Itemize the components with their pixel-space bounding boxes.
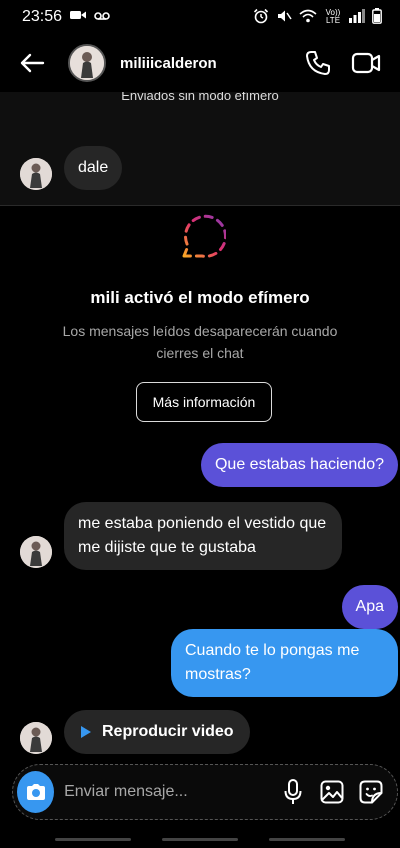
microphone-icon bbox=[284, 779, 302, 804]
chat-username[interactable]: miliiicalderon bbox=[120, 55, 290, 72]
play-icon bbox=[81, 726, 91, 738]
avatar[interactable] bbox=[20, 158, 52, 190]
nav-home-button[interactable] bbox=[161, 837, 238, 841]
voicemail-icon bbox=[94, 8, 110, 26]
phone-icon bbox=[306, 51, 330, 75]
gallery-button[interactable] bbox=[314, 772, 349, 812]
message-bubble-outgoing[interactable]: Apa bbox=[341, 585, 398, 629]
sticker-button[interactable] bbox=[354, 772, 389, 812]
message-bubble-outgoing[interactable]: Cuando te lo pongas me mostras? bbox=[171, 629, 398, 697]
status-bar: 23:56 Vo)) LTE bbox=[0, 0, 400, 34]
avatar[interactable] bbox=[20, 722, 52, 754]
play-video-button[interactable]: Reproducir video bbox=[64, 710, 250, 754]
back-arrow-icon bbox=[20, 53, 45, 73]
voice-call-button[interactable] bbox=[298, 43, 338, 83]
video-camera-icon bbox=[70, 8, 87, 26]
nav-recent-button[interactable] bbox=[55, 837, 132, 841]
back-button[interactable] bbox=[14, 45, 50, 81]
message-bubble-incoming[interactable]: dale bbox=[64, 146, 123, 190]
alarm-icon bbox=[253, 8, 269, 27]
status-time: 23:56 bbox=[22, 8, 63, 25]
battery-icon bbox=[372, 7, 382, 27]
camera-icon bbox=[26, 784, 45, 800]
sticker-icon bbox=[359, 780, 383, 804]
ephemeral-icon bbox=[178, 212, 227, 260]
camera-button[interactable] bbox=[17, 771, 55, 813]
system-nav-bar bbox=[0, 830, 400, 848]
more-info-button[interactable]: Más información bbox=[136, 382, 272, 422]
voice-message-button[interactable] bbox=[275, 772, 310, 812]
ephemeral-description: Los mensajes leídos desaparecerán cuando… bbox=[62, 323, 338, 361]
message-composer bbox=[12, 764, 398, 820]
mute-icon bbox=[276, 8, 292, 27]
video-call-icon bbox=[351, 52, 381, 74]
ephemeral-title: mili activó el modo efímero bbox=[90, 288, 310, 307]
non-ephemeral-section: Enviados sin modo efímero dale bbox=[0, 92, 400, 206]
play-video-label: Reproducir video bbox=[102, 723, 234, 740]
chat-header: miliiicalderon bbox=[0, 34, 400, 92]
avatar[interactable] bbox=[68, 44, 106, 82]
network-label: Vo)) LTE bbox=[325, 8, 341, 25]
nav-back-button[interactable] bbox=[268, 837, 345, 841]
message-input[interactable] bbox=[64, 783, 272, 801]
signal-icon bbox=[349, 8, 365, 26]
message-bubble-incoming[interactable]: me estaba poniendo el vestido que me dij… bbox=[64, 502, 342, 570]
message-bubble-outgoing[interactable]: Que estabas haciendo? bbox=[200, 443, 398, 487]
previous-mode-note: Enviados sin modo efímero bbox=[121, 92, 279, 103]
wifi-icon bbox=[299, 9, 317, 26]
gallery-icon bbox=[320, 780, 344, 804]
video-call-button[interactable] bbox=[346, 43, 386, 83]
avatar[interactable] bbox=[20, 536, 52, 568]
